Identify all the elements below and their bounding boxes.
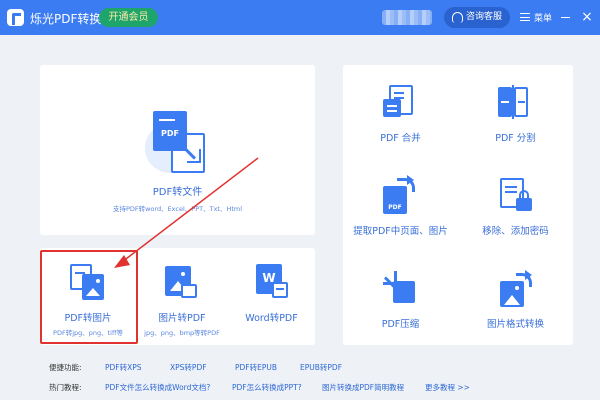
image-convert-tile[interactable]: 图片格式转换: [458, 251, 573, 345]
quick-link-xps-to-pdf[interactable]: XPS转PDF: [170, 362, 207, 373]
pdf-compress-label: PDF压缩: [381, 319, 420, 330]
pdf-password-tile[interactable]: 移除、添加密码: [458, 158, 573, 251]
image-convert-label: 图片格式转换: [486, 319, 544, 330]
extract-icon: PDF: [381, 175, 417, 214]
compress-icon: [383, 271, 417, 305]
close-button[interactable]: ×: [580, 10, 594, 24]
pdf-to-file-subtitle: 支持PDF转word、Excel、PPT、Txt、Html: [112, 205, 243, 213]
menu-label: 菜单: [534, 14, 553, 24]
image-to-pdf-label: 图片转PDF: [158, 313, 206, 324]
pdf-compress-tile[interactable]: PDF压缩: [343, 251, 458, 345]
pdf-merge-label: PDF 合并: [380, 133, 421, 144]
pdf-to-file-card[interactable]: PDF PDF转文件 支持PDF转word、Excel、PPT、Txt、Html: [40, 65, 315, 235]
vip-button[interactable]: 开通会员: [99, 8, 158, 27]
minimize-button[interactable]: [561, 17, 570, 18]
hamburger-icon: [520, 13, 530, 21]
word-to-pdf-label: Word转PDF: [245, 313, 298, 324]
password-icon: [498, 178, 534, 214]
title-bar: 烁光PDF转换器 开通会员 咨询客服 菜单 ×: [0, 0, 600, 35]
image-to-pdf-tile[interactable]: 图片转PDF jpg、png、bmp等转PDF: [136, 248, 228, 345]
split-icon: [496, 85, 532, 119]
quick-link-pdf-to-epub[interactable]: PDF转EPUB: [235, 362, 277, 373]
pdf-split-label: PDF 分割: [495, 133, 536, 144]
customer-service-label: 咨询客服: [466, 12, 503, 22]
pdf-extract-tile[interactable]: PDF 提取PDF中页面、图片: [343, 158, 458, 251]
tutorial-pdf-to-word[interactable]: PDF文件怎么转换成Word文档?: [105, 382, 210, 393]
image-convert-icon: [498, 270, 534, 307]
headset-icon: [452, 12, 463, 23]
tutorial-pdf-to-ppt[interactable]: PDF怎么转换成PPT?: [232, 382, 302, 393]
hot-tutorials-label: 热门教程:: [49, 383, 82, 392]
more-tutorials-link[interactable]: 更多教程 >>: [425, 382, 470, 393]
pdf-to-file-text: PDF转文件 支持PDF转word、Excel、PPT、Txt、Html: [40, 65, 315, 235]
extract-icon-text: PDF: [388, 204, 402, 211]
quick-links-label: 便捷功能:: [49, 363, 82, 372]
pdf-merge-tile[interactable]: PDF 合并: [343, 65, 458, 158]
image-to-pdf-icon: [163, 264, 199, 300]
pdf-to-file-title: PDF转文件: [152, 187, 203, 198]
quick-link-pdf-to-xps[interactable]: PDF转XPS: [105, 362, 142, 373]
tools-card: PDF 合并 PDF 分割 PDF 提取PDF中页面、图片 移除、添加密码 PD…: [343, 65, 573, 345]
highlight-box: [40, 250, 138, 344]
tutorial-image-to-pdf[interactable]: 图片转换成PDF简明教程: [322, 382, 404, 393]
quick-link-epub-to-pdf[interactable]: EPUB转PDF: [300, 362, 342, 373]
word-to-pdf-icon: W: [254, 264, 290, 300]
menu-button[interactable]: 菜单: [520, 11, 558, 25]
customer-service-button[interactable]: 咨询客服: [444, 7, 510, 28]
merge-icon: [383, 85, 417, 119]
pdf-password-label: 移除、添加密码: [482, 226, 549, 237]
word-to-pdf-tile[interactable]: W Word转PDF: [228, 248, 315, 345]
image-to-pdf-sub: jpg、png、bmp等转PDF: [144, 329, 220, 337]
app-logo-icon: [7, 9, 24, 26]
pdf-extract-label: 提取PDF中页面、图片: [353, 226, 448, 237]
pdf-split-tile[interactable]: PDF 分割: [458, 65, 573, 158]
user-account-blurred[interactable]: [382, 10, 432, 25]
